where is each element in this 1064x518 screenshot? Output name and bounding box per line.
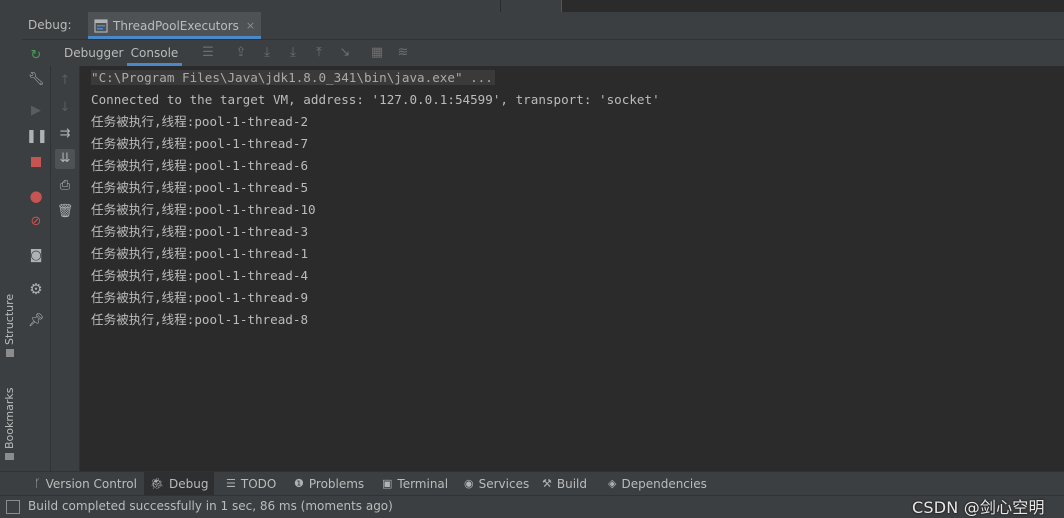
dependencies-button[interactable]: ◈ Dependencies: [602, 472, 713, 496]
scroll-to-end-icon[interactable]: ⇊: [55, 149, 75, 169]
debug-actions-column: ↻ 🔧︎ ▶ ❚❚ ● ⊘ ◙ ⚙ 📌︎: [22, 48, 51, 471]
bookmarks-tool-button[interactable]: Bookmarks: [3, 388, 16, 460]
terminal-icon: ▣: [382, 477, 393, 490]
version-control-label: Version Control: [45, 477, 137, 491]
step-over-icon[interactable]: ⤓: [258, 44, 276, 62]
structure-tool-button[interactable]: Structure: [3, 294, 16, 357]
bottom-tool-bar: ᚴ Version Control 🐞︎ Debug ☰ TODO ❶ Prob…: [22, 471, 1064, 496]
step-out-icon[interactable]: ⤒: [310, 44, 328, 62]
console-line: 任务被执行,线程:pool-1-thread-10: [91, 202, 316, 217]
view-breakpoints-icon[interactable]: ●: [26, 186, 46, 206]
debug-tool-button[interactable]: 🐞︎ Debug: [144, 472, 215, 496]
menu-lines-icon[interactable]: ☰: [199, 44, 217, 62]
tab-console[interactable]: Console: [127, 40, 182, 66]
build-button[interactable]: ⚒ Build: [536, 472, 593, 496]
list-icon: ☰: [226, 477, 236, 490]
problems-label: Problems: [308, 477, 365, 491]
bookmarks-label: Bookmarks: [3, 387, 16, 449]
show-execution-point-icon[interactable]: ⇪: [232, 44, 250, 62]
console-line: 任务被执行,线程:pool-1-thread-7: [91, 136, 309, 151]
bug-icon: 🐞︎: [150, 477, 164, 490]
debug-header: Debug: ThreadPoolExecutors ×: [22, 12, 1064, 40]
terminal-button[interactable]: ▣ Terminal: [376, 472, 454, 496]
branch-icon: ᚴ: [34, 477, 41, 490]
gear-icon[interactable]: ⚙: [26, 279, 46, 299]
trash-icon[interactable]: 🗑︎: [55, 202, 75, 222]
application-icon: [94, 18, 108, 33]
close-icon[interactable]: ×: [246, 19, 255, 32]
pin-icon[interactable]: 📌︎: [26, 311, 46, 331]
services-label: Services: [478, 477, 530, 491]
console-command-line: "C:\Program Files\Java\jdk1.8.0_341\bin\…: [91, 70, 495, 85]
build-label: Build: [556, 477, 587, 491]
console-line: 任务被执行,线程:pool-1-thread-6: [91, 158, 309, 173]
console-connected-line: Connected to the target VM, address: '12…: [91, 92, 660, 107]
version-control-button[interactable]: ᚴ Version Control: [28, 472, 143, 496]
terminal-label: Terminal: [397, 477, 449, 491]
console-line: 任务被执行,线程:pool-1-thread-8: [91, 312, 309, 327]
down-arrow-icon[interactable]: ↓: [55, 98, 75, 118]
layers-icon: ◈: [608, 477, 617, 490]
step-into-icon[interactable]: ⤓: [284, 44, 302, 62]
evaluate-expression-icon[interactable]: ▦: [368, 44, 386, 62]
structure-label: Structure: [3, 293, 16, 345]
status-bar: Build completed successfully in 1 sec, 8…: [0, 495, 1064, 518]
up-arrow-icon[interactable]: ↑: [55, 71, 75, 91]
tab-threadpoolexecutors[interactable]: ThreadPoolExecutors ×: [88, 12, 262, 39]
problems-button[interactable]: ❶ Problems: [288, 472, 370, 496]
window-toggle-icon[interactable]: [6, 500, 20, 514]
bottom-left-corner: [0, 471, 22, 496]
trace-icon[interactable]: ≋: [394, 44, 412, 62]
debug-sub-toolbar: Debugger Console ☰ ⇪ ⤓ ⤓ ⤒ ↘ ▦ ≋: [22, 40, 1064, 67]
structure-icon: [5, 349, 14, 357]
console-line: 任务被执行,线程:pool-1-thread-1: [91, 246, 309, 261]
print-icon[interactable]: ⎙: [55, 176, 75, 196]
services-icon: ◉: [464, 477, 474, 490]
tab-active-indicator: [88, 36, 262, 39]
info-icon: ❶: [294, 477, 304, 490]
todo-button[interactable]: ☰ TODO: [220, 472, 282, 496]
watermark: CSDN @剑心空明: [912, 498, 1045, 517]
rerun-icon[interactable]: ↻: [26, 46, 46, 66]
services-button[interactable]: ◉ Services: [458, 472, 535, 496]
pause-icon[interactable]: ❚❚: [26, 127, 48, 147]
camera-icon[interactable]: ◙: [26, 246, 46, 266]
console-line: 任务被执行,线程:pool-1-thread-3: [91, 224, 309, 239]
console-output[interactable]: "C:\Program Files\Java\jdk1.8.0_341\bin\…: [80, 66, 1064, 471]
dependencies-label: Dependencies: [621, 477, 707, 491]
debug-label: Debug:: [28, 18, 72, 32]
console-line: 任务被执行,线程:pool-1-thread-9: [91, 290, 309, 305]
resume-icon[interactable]: ▶: [26, 101, 46, 121]
run-to-cursor-icon[interactable]: ↘: [336, 44, 354, 62]
console-actions-column: ↑ ↓ ⇉ ⇊ ⎙ 🗑︎: [51, 66, 80, 471]
bookmark-icon: [5, 453, 14, 460]
soft-wrap-icon[interactable]: ⇉: [55, 124, 75, 144]
left-tool-stripe: Structure Bookmarks: [0, 12, 23, 471]
status-message: Build completed successfully in 1 sec, 8…: [28, 499, 393, 513]
tab-debugger[interactable]: Debugger: [58, 40, 129, 66]
console-line: 任务被执行,线程:pool-1-thread-4: [91, 268, 309, 283]
tab-title: ThreadPoolExecutors: [113, 18, 239, 33]
hammer-icon: ⚒: [542, 477, 552, 490]
mute-breakpoints-icon[interactable]: ⊘: [26, 212, 46, 232]
console-line: 任务被执行,线程:pool-1-thread-5: [91, 180, 309, 195]
todo-label: TODO: [240, 477, 277, 491]
settings-wrench-icon[interactable]: 🔧︎: [26, 70, 46, 90]
stop-icon[interactable]: [26, 154, 46, 174]
console-line: 任务被执行,线程:pool-1-thread-2: [91, 114, 309, 129]
debug-tool-label: Debug: [168, 477, 209, 491]
tab-console-label: Console: [130, 46, 179, 60]
